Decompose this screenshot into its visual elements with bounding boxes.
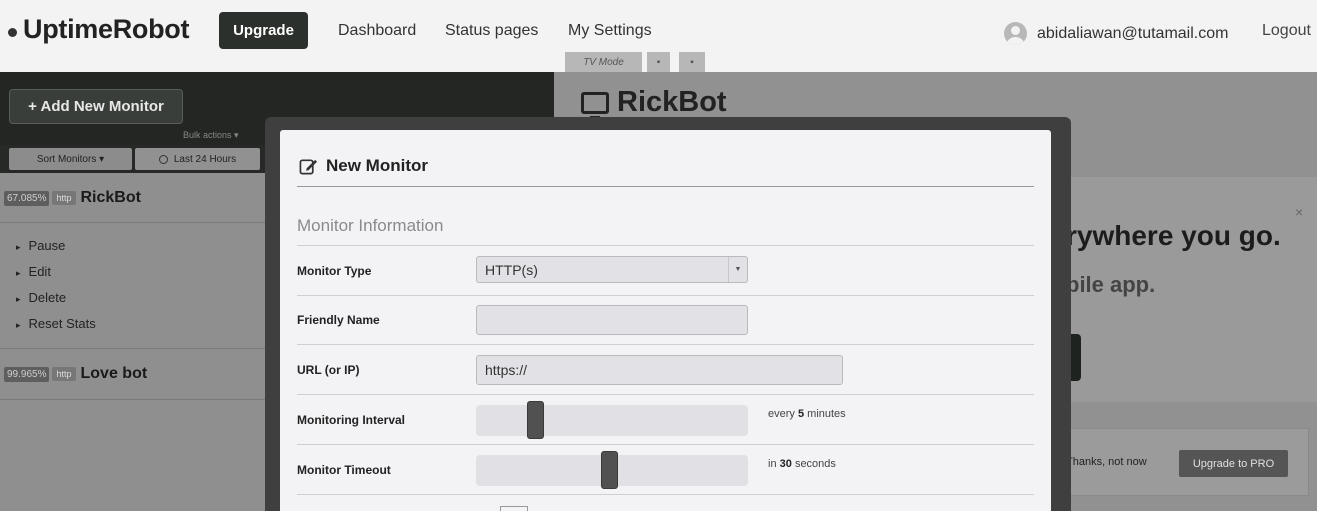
promo-subline: bile app. bbox=[1066, 272, 1156, 297]
interval-label: Monitoring Interval bbox=[297, 413, 405, 427]
timeout-slider-thumb[interactable] bbox=[601, 451, 618, 489]
monitor-icon bbox=[581, 91, 609, 119]
monitor-action-pause[interactable]: Pause bbox=[16, 238, 66, 253]
clock-icon bbox=[158, 154, 168, 164]
bulk-actions-link[interactable]: Bulk actions ▾ bbox=[183, 130, 239, 141]
timeout-readout: in 30 seconds bbox=[768, 458, 836, 470]
monitor-action-edit[interactable]: Edit bbox=[16, 264, 51, 279]
divider bbox=[297, 245, 1034, 246]
divider bbox=[0, 399, 265, 400]
add-monitor-button[interactable]: + Add New Monitor bbox=[9, 89, 183, 124]
close-icon[interactable]: × bbox=[1295, 204, 1303, 220]
url-input[interactable]: https:// bbox=[476, 355, 843, 385]
modal-header: New Monitor bbox=[299, 156, 428, 176]
nav-status-pages[interactable]: Status pages bbox=[445, 22, 538, 40]
nav-my-settings[interactable]: My Settings bbox=[568, 22, 652, 40]
logo-dot-icon bbox=[8, 28, 17, 37]
edit-icon bbox=[299, 158, 318, 174]
header-divider bbox=[297, 186, 1034, 187]
tv-mode-tab[interactable]: TV Mode bbox=[565, 52, 642, 72]
modal-title: New Monitor bbox=[326, 156, 428, 175]
timeout-slider[interactable] bbox=[476, 451, 748, 489]
logo-text: UptimeRobot bbox=[23, 14, 190, 44]
monitor-type-select[interactable]: HTTP(s) ▼ bbox=[476, 256, 748, 283]
detail-title-text: RickBot bbox=[617, 86, 727, 118]
uptime-badge: 67.085% bbox=[4, 190, 50, 206]
section-title: Monitor Information bbox=[297, 216, 444, 235]
interval-slider-thumb[interactable] bbox=[527, 401, 544, 439]
divider bbox=[297, 494, 1034, 495]
type-badge: http bbox=[52, 367, 76, 381]
timeout-prefix: in bbox=[768, 458, 777, 470]
friendly-name-label: Friendly Name bbox=[297, 313, 380, 327]
monitor-list bbox=[0, 173, 265, 511]
monitor-name: RickBot bbox=[80, 189, 141, 206]
sort-monitors-button[interactable]: Sort Monitors ▾ bbox=[9, 148, 132, 170]
friendly-name-input[interactable] bbox=[476, 305, 748, 335]
url-label: URL (or IP) bbox=[297, 363, 360, 377]
logo[interactable]: UptimeRobot bbox=[8, 14, 189, 45]
nav-dashboard[interactable]: Dashboard bbox=[338, 22, 416, 40]
monitor-row-love-bot[interactable]: 99.965% http Love bot bbox=[0, 365, 265, 383]
checkbox-partial[interactable] bbox=[500, 506, 528, 511]
timeout-label: Monitor Timeout bbox=[297, 463, 391, 477]
monitor-row-rickbot[interactable]: 67.085% http RickBot bbox=[0, 189, 265, 207]
time-range-label: Last 24 Hours bbox=[173, 153, 237, 165]
monitor-type-label: Monitor Type bbox=[297, 264, 372, 278]
upgrade-button[interactable]: Upgrade bbox=[219, 12, 308, 49]
logout-link[interactable]: Logout bbox=[1262, 22, 1311, 40]
monitor-type-value: HTTP(s) bbox=[485, 261, 538, 278]
chevron-down-icon: ▼ bbox=[728, 257, 747, 282]
detail-title: RickBot bbox=[581, 86, 727, 119]
divider bbox=[297, 444, 1034, 445]
monitor-name: Love bot bbox=[80, 365, 148, 382]
upgrade-to-pro-button[interactable]: Upgrade to PRO bbox=[1179, 450, 1288, 477]
divider bbox=[297, 295, 1034, 296]
tv-mode-label: TV Mode bbox=[583, 56, 624, 68]
twitter-icon[interactable]: ▪ bbox=[647, 52, 670, 72]
timeout-unit: seconds bbox=[794, 458, 836, 470]
user-email: abidaliawan@tutamail.com bbox=[1037, 24, 1229, 42]
avatar-icon bbox=[1004, 22, 1027, 45]
interval-value: 5 bbox=[797, 408, 805, 420]
divider bbox=[0, 222, 265, 223]
interval-prefix: every bbox=[768, 408, 795, 420]
interval-readout: every 5 minutes bbox=[768, 408, 846, 420]
divider bbox=[297, 394, 1034, 395]
monitor-action-delete[interactable]: Delete bbox=[16, 290, 67, 305]
interval-unit: minutes bbox=[807, 408, 846, 420]
promo-headline: rywhere you go. bbox=[1066, 220, 1281, 251]
user-menu[interactable]: abidaliawan@tutamail.com bbox=[1004, 22, 1228, 45]
timeout-value: 30 bbox=[779, 458, 792, 470]
thanks-not-now-link[interactable]: Thanks, not now bbox=[1066, 456, 1147, 468]
divider bbox=[0, 348, 265, 349]
interval-slider[interactable] bbox=[476, 401, 748, 439]
type-badge: http bbox=[52, 191, 76, 205]
uptime-badge: 99.965% bbox=[4, 366, 50, 382]
divider bbox=[297, 344, 1034, 345]
facebook-icon[interactable]: ▪ bbox=[679, 52, 705, 72]
monitor-action-reset-stats[interactable]: Reset Stats bbox=[16, 316, 96, 331]
time-range-button[interactable]: Last 24 Hours bbox=[135, 148, 260, 170]
